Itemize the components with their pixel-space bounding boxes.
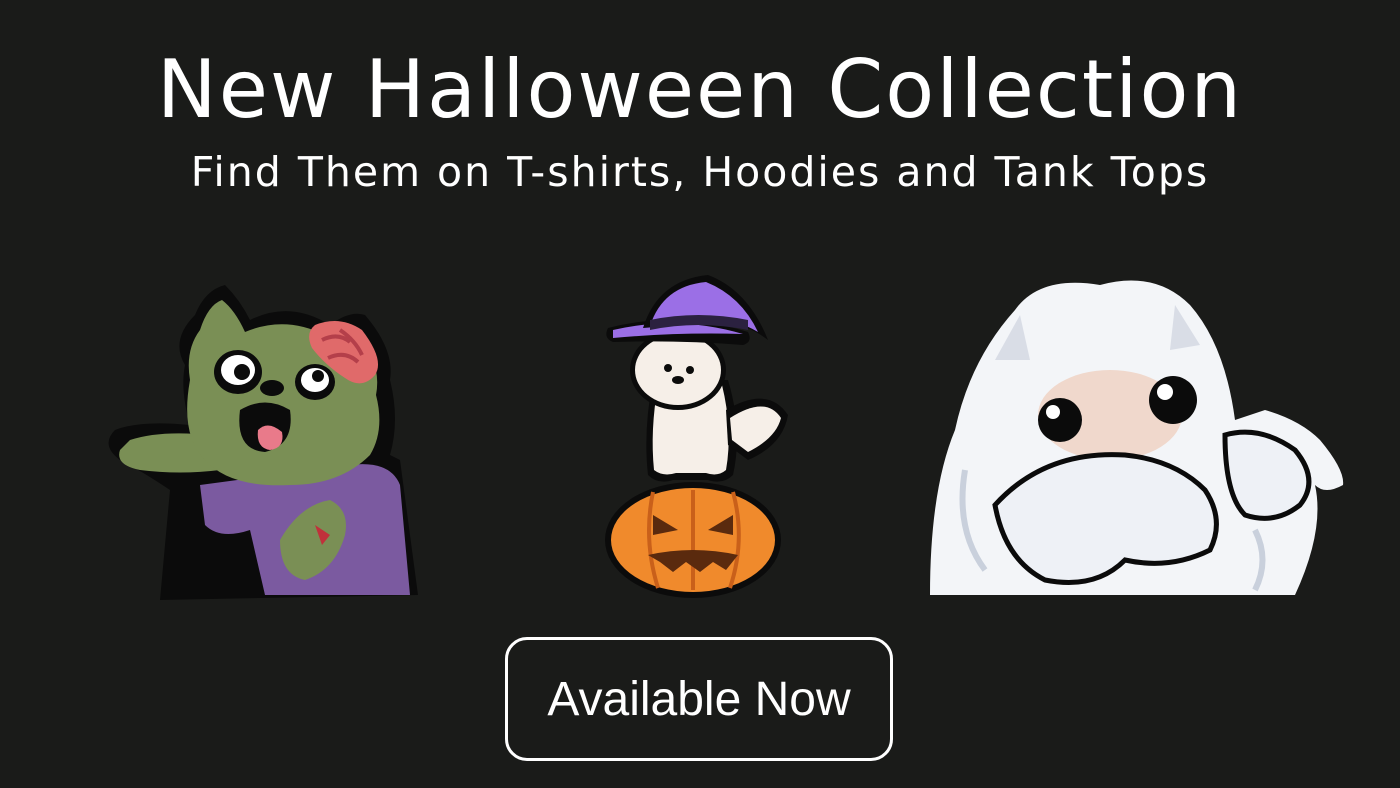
available-now-button[interactable]: Available Now <box>505 637 893 761</box>
banner-title: New Halloween Collection <box>156 43 1244 136</box>
halloween-banner: New Halloween Collection Find Them on T-… <box>0 0 1400 788</box>
zombie-dog-icon <box>108 285 419 600</box>
ghost-dog-icon <box>930 280 1344 595</box>
banner-subtitle: Find Them on T-shirts, Hoodies and Tank … <box>190 148 1210 196</box>
witch-puppy-on-pumpkin-icon <box>605 275 788 598</box>
illustration-row <box>0 270 1400 610</box>
